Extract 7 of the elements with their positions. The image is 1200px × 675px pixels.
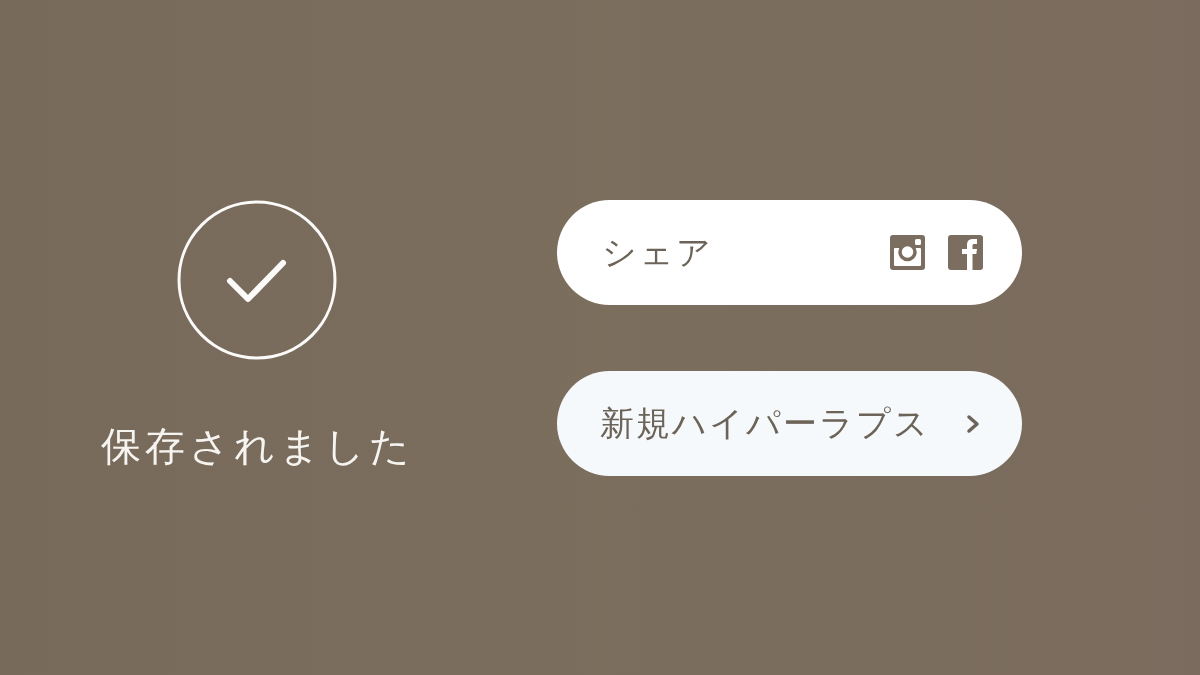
- saved-message: 保存されました: [100, 422, 414, 470]
- check-circle-icon: [177, 200, 337, 360]
- chevron-right-icon: [966, 413, 980, 434]
- share-label: シェア: [602, 232, 713, 273]
- new-hyperlapse-button[interactable]: 新規ハイパーラプス: [557, 371, 1022, 476]
- camera-icon[interactable]: [890, 235, 925, 270]
- facebook-icon[interactable]: [948, 235, 983, 270]
